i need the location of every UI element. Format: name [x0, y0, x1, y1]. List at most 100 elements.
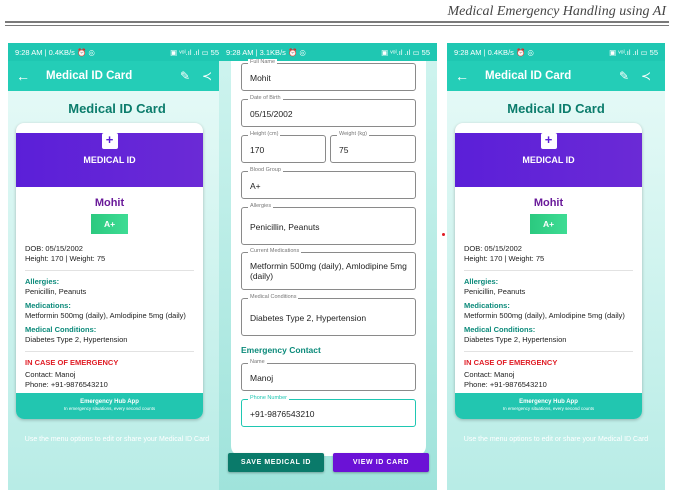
status-left: 9:28 AM | 3.1KB/s ⏰ ◎ [226, 47, 306, 57]
blood-group-value: A+ [250, 181, 261, 191]
weight-label: Weight (kg) [337, 131, 370, 137]
hint-text: Use the menu options to edit or share yo… [463, 436, 649, 443]
vitals-section: DOB: 05/15/2002 Height: 170 | Weight: 75 [16, 244, 203, 264]
medications-text: Metformin 500mg (daily), Amlodipine 5mg … [25, 311, 186, 320]
medical-section: Allergies: Penicillin, Peanuts Medicatio… [16, 277, 203, 345]
conditions-label: Medical Conditions [248, 294, 299, 300]
card-footer: Emergency Hub App In emergency situation… [16, 393, 203, 419]
app-bar-title: Medical ID Card [46, 70, 133, 82]
blood-group-badge: A+ [530, 214, 567, 234]
footer-title: Emergency Hub App [80, 399, 139, 405]
status-bar: 9:28 AM | 0.4KB/s ⏰ ◎ ▣ ᵛᵒˡ.ıl .ıl ▭ 55 [447, 43, 665, 61]
conditions-label: Medical Conditions: [25, 325, 97, 334]
medical-kit-icon [540, 130, 557, 149]
phone-screen-card-view-2: 9:28 AM | 0.4KB/s ⏰ ◎ ▣ ᵛᵒˡ.ıl .ıl ▭ 55 … [447, 43, 665, 490]
divider [464, 270, 633, 271]
allergies-field[interactable]: Allergies Penicillin, Peanuts [241, 203, 416, 245]
dob-text: DOB: 05/15/2002 [464, 244, 522, 253]
status-bar: 9:28 AM | 0.4KB/s ⏰ ◎ ▣ ᵛᵒˡ.ıl .ıl ▭ 55 [8, 43, 226, 61]
medications-label: Current Medications [248, 248, 302, 254]
emergency-phone-text: Phone: +91-9876543210 [464, 380, 547, 389]
conditions-text: Diabetes Type 2, Hypertension [25, 335, 128, 344]
phone-screen-card-view: 9:28 AM | 0.4KB/s ⏰ ◎ ▣ ᵛᵒˡ.ıl .ıl ▭ 55 … [8, 43, 226, 490]
medications-label: Medications: [25, 301, 71, 310]
blood-group-label: Blood Group [248, 167, 283, 173]
document-header: Medical Emergency Handling using AI [0, 0, 674, 36]
share-icon[interactable]: ≺ [196, 69, 218, 83]
emergency-section: IN CASE OF EMERGENCY Contact: Manoj Phon… [16, 358, 203, 390]
phone-screen-edit-form: 9:28 AM | 3.1KB/s ⏰ ◎ ▣ ᵛᵒˡ.ıl .ıl ▭ 55 … [219, 43, 437, 490]
contact-name-field[interactable]: Name Manoj [241, 359, 416, 391]
footer-subtitle: In emergency situations, every second co… [63, 406, 156, 411]
weight-value: 75 [339, 145, 349, 155]
page-title: Medical ID Card [68, 101, 166, 116]
medications-label: Medications: [464, 301, 510, 310]
allergies-label: Allergies: [25, 277, 60, 286]
weight-field[interactable]: Weight (kg) 75 [330, 131, 416, 163]
conditions-value: Diabetes Type 2, Hypertension [250, 313, 367, 323]
height-weight-text: Height: 170 | Weight: 75 [464, 254, 545, 263]
full-name-label: Full Name [248, 59, 278, 65]
dob-value: 05/15/2002 [250, 109, 293, 119]
divider [25, 351, 194, 352]
divider [25, 270, 194, 271]
emergency-section: IN CASE OF EMERGENCY Contact: Manoj Phon… [455, 358, 642, 390]
app-bar: ← Medical ID Card ✎ ≺ [8, 61, 226, 91]
app-bar-title: Medical ID Card [485, 70, 572, 82]
save-medical-id-button[interactable]: SAVE MEDICAL ID [228, 453, 324, 472]
height-label: Height (cm) [248, 131, 281, 137]
height-value: 170 [250, 145, 265, 155]
full-name-value: Mohit [250, 73, 271, 83]
contact-phone-field[interactable]: Phone Number +91-9876543210 [241, 395, 416, 427]
conditions-field[interactable]: Medical Conditions Diabetes Type 2, Hype… [241, 294, 416, 336]
footer-subtitle: In emergency situations, every second co… [502, 406, 595, 411]
page-title: Medical ID Card [507, 101, 605, 116]
pencil-icon[interactable]: ✎ [613, 69, 635, 83]
allergies-label: Allergies [248, 203, 274, 209]
pencil-icon[interactable]: ✎ [174, 69, 196, 83]
contact-name-label: Name [248, 359, 267, 365]
blood-group-field[interactable]: Blood Group A+ [241, 167, 416, 199]
document-page: Medical Emergency Handling using AI 9:28… [0, 0, 674, 494]
medical-id-card: MEDICAL ID Mohit A+ DOB: 05/15/2002 Heig… [455, 123, 642, 419]
allergies-value: Penicillin, Peanuts [250, 222, 320, 232]
share-icon[interactable]: ≺ [635, 69, 657, 83]
card-header: MEDICAL ID [16, 130, 203, 187]
patient-name: Mohit [533, 197, 564, 209]
status-right: ▣ ᵛᵒˡ.ıl .ıl ▭ 55 [609, 47, 658, 57]
contact-phone-value: +91-9876543210 [250, 409, 315, 419]
full-name-field[interactable]: Full Name Mohit [241, 59, 416, 91]
card-footer: Emergency Hub App In emergency situation… [455, 393, 642, 419]
allergies-label: Allergies: [464, 277, 499, 286]
status-left: 9:28 AM | 0.4KB/s ⏰ ◎ [15, 47, 95, 57]
footer-title: Emergency Hub App [519, 399, 578, 405]
emergency-contact-text: Contact: Manoj [464, 370, 515, 379]
height-weight-text: Height: 170 | Weight: 75 [25, 254, 106, 263]
blood-group-badge: A+ [91, 214, 128, 234]
emergency-contact-heading: Emergency Contact [241, 345, 321, 355]
view-id-card-button[interactable]: VIEW ID CARD [333, 453, 429, 472]
medications-field[interactable]: Current Medications Metformin 500mg (dai… [241, 248, 416, 290]
document-title: Medical Emergency Handling using AI [447, 4, 666, 19]
conditions-text: Diabetes Type 2, Hypertension [464, 335, 567, 344]
height-field[interactable]: Height (cm) 170 [241, 131, 326, 163]
card-header-label: MEDICAL ID [83, 155, 136, 165]
emergency-label: IN CASE OF EMERGENCY [25, 358, 119, 367]
medical-id-card: MEDICAL ID Mohit A+ DOB: 05/15/2002 Heig… [16, 123, 203, 419]
medications-text: Metformin 500mg (daily), Amlodipine 5mg … [464, 311, 625, 320]
status-right: ▣ ᵛᵒˡ.ıl .ıl ▭ 55 [170, 47, 219, 57]
emergency-contact-text: Contact: Manoj [25, 370, 76, 379]
patient-name: Mohit [94, 197, 125, 209]
divider [464, 351, 633, 352]
dob-field[interactable]: Date of Birth 05/15/2002 [241, 95, 416, 127]
arrow-left-icon[interactable]: ← [16, 68, 38, 84]
hint-text: Use the menu options to edit or share yo… [24, 436, 210, 443]
card-header-label: MEDICAL ID [522, 155, 575, 165]
status-left: 9:28 AM | 0.4KB/s ⏰ ◎ [454, 47, 534, 57]
arrow-left-icon[interactable]: ← [455, 68, 477, 84]
header-rule-thin [5, 25, 669, 26]
conditions-label: Medical Conditions: [464, 325, 536, 334]
contact-phone-label: Phone Number [248, 395, 289, 401]
medications-value: Metformin 500mg (daily), Amlodipine 5mg … [250, 261, 407, 281]
dob-text: DOB: 05/15/2002 [25, 244, 83, 253]
